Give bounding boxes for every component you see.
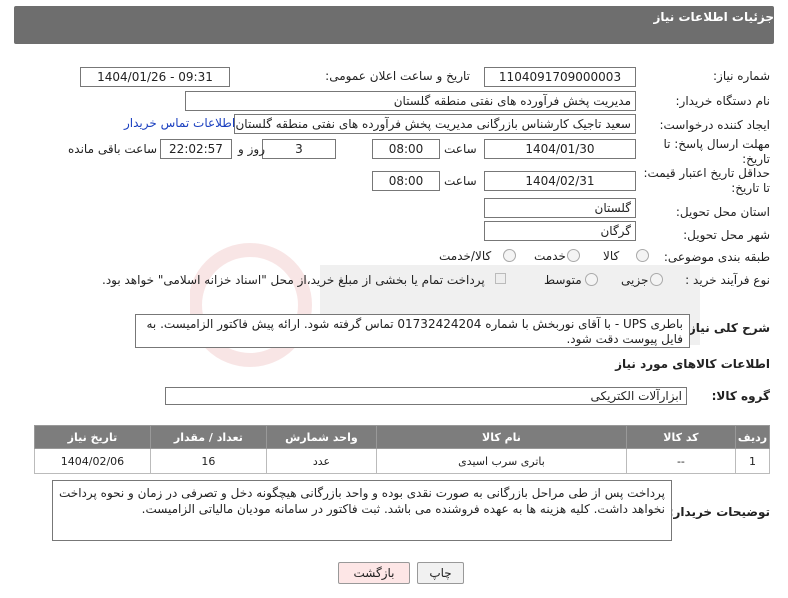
col-name: نام کالا <box>376 425 627 449</box>
cell-date: 1404/02/06 <box>34 448 151 474</box>
validity-date-field[interactable]: 1404/02/31 <box>484 171 636 191</box>
description-label: شرح کلی نیاز: <box>684 321 770 335</box>
announce-field[interactable]: 1404/01/26 - 09:31 <box>80 67 230 87</box>
category-service-label: خدمت <box>534 249 566 263</box>
remaining-time-field[interactable]: 22:02:57 <box>160 139 232 159</box>
category-label: طبقه بندی موضوعی: <box>663 250 770 264</box>
treasury-payment-checkbox[interactable] <box>495 273 506 284</box>
treasury-payment-note: پرداخت تمام یا بخشی از مبلغ خرید،از محل … <box>102 273 485 287</box>
col-qty: تعداد / مقدار <box>149 425 267 449</box>
goods-section-title: اطلاعات کالاهای مورد نیاز <box>615 357 770 371</box>
description-field[interactable]: باطری UPS - با آقای نوربخش با شماره 0173… <box>135 314 690 348</box>
deadline-date-field[interactable]: 1404/01/30 <box>484 139 636 159</box>
days-label: روز و <box>238 142 265 156</box>
category-goods-label: کالا <box>603 249 620 263</box>
cell-code: -- <box>625 448 737 474</box>
contact-info-link[interactable]: اطلاعات تماس خریدار <box>124 116 235 130</box>
need-number-field[interactable]: 1104091709000003 <box>484 67 636 87</box>
category-service-radio[interactable] <box>567 249 580 262</box>
col-unit: واحد شمارش <box>265 425 378 449</box>
cell-row: 1 <box>735 448 770 474</box>
deadline-label: مهلت ارسال پاسخ: تا تاریخ: <box>663 137 770 166</box>
process-label: نوع فرآیند خرید : <box>685 273 770 287</box>
goods-table-header: ردیف کد کالا نام کالا واحد شمارش تعداد /… <box>34 425 770 449</box>
buyer-org-label: نام دستگاه خریدار: <box>675 94 771 108</box>
goods-group-field[interactable]: ابزارآلات الکتریکی <box>165 387 687 405</box>
category-both-radio[interactable] <box>503 249 516 262</box>
city-label: شهر محل تحویل: <box>683 228 770 242</box>
buyer-org-field[interactable]: مدیریت پخش فرآورده های نفتی منطقه گلستان <box>185 91 636 111</box>
process-minor-radio[interactable] <box>650 273 663 286</box>
days-count-field[interactable]: 3 <box>262 139 336 159</box>
province-field[interactable]: گلستان <box>484 198 636 218</box>
buyer-notes-field[interactable]: پرداخت پس از طی مراحل بازرگانی به صورت ن… <box>52 480 672 541</box>
deadline-time-field[interactable]: 08:00 <box>372 139 440 159</box>
announce-label: تاریخ و ساعت اعلان عمومی: <box>325 69 470 83</box>
category-goods-radio[interactable] <box>636 249 649 262</box>
validity-label: حداقل تاریخ اعتبار قیمت: تا تاریخ: <box>643 166 770 195</box>
deadline-time-label: ساعت <box>444 142 477 156</box>
buyer-notes-label: توضیحات خریدار: <box>668 505 770 519</box>
process-minor-label: جزیی <box>621 273 649 287</box>
cell-name: باتری سرب اسیدی <box>376 448 627 474</box>
province-label: استان محل تحویل: <box>675 205 770 219</box>
back-button[interactable]: بازگشت <box>338 562 410 584</box>
remaining-label: ساعت باقی مانده <box>68 142 158 156</box>
requester-field[interactable]: سعید تاجیک کارشناس بازرگانی مدیریت پخش ف… <box>234 114 636 134</box>
goods-group-label: گروه کالا: <box>711 389 770 403</box>
requester-label: ایجاد کننده درخواست: <box>659 118 770 132</box>
validity-time-field[interactable]: 08:00 <box>372 171 440 191</box>
city-field[interactable]: گرگان <box>484 221 636 241</box>
col-code: کد کالا <box>625 425 737 449</box>
print-button[interactable]: چاپ <box>417 562 464 584</box>
validity-time-label: ساعت <box>444 174 477 188</box>
page-title: جزئیات اطلاعات نیاز <box>653 10 774 24</box>
table-row[interactable]: 1 -- باتری سرب اسیدی عدد 16 1404/02/06 <box>34 448 770 474</box>
col-row: ردیف <box>735 425 770 449</box>
category-both-label: کالا/خدمت <box>439 249 492 263</box>
need-number-label: شماره نیاز: <box>713 69 770 83</box>
process-medium-radio[interactable] <box>585 273 598 286</box>
process-medium-label: متوسط <box>544 273 582 287</box>
cell-unit: عدد <box>265 448 378 474</box>
goods-table: ردیف کد کالا نام کالا واحد شمارش تعداد /… <box>34 425 770 474</box>
cell-qty: 16 <box>149 448 267 474</box>
col-date: تاریخ نیاز <box>34 425 151 449</box>
